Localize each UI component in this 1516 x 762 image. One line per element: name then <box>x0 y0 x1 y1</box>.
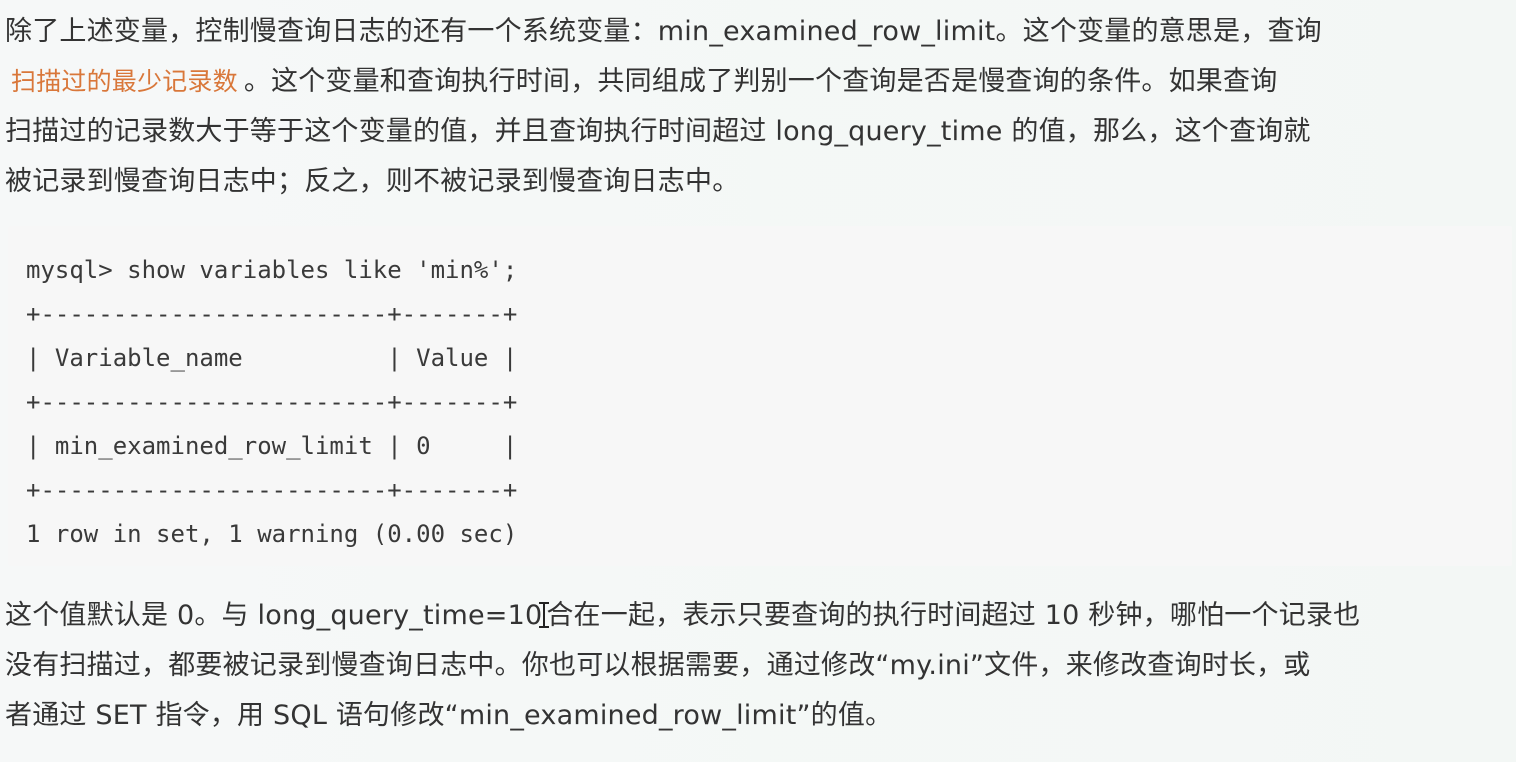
code-line-result: 1 row in set, 1 warning (0.00 sec) <box>26 520 518 548</box>
intro-line-2: 扫描过的最少记录数 。这个变量和查询执行时间，共同组成了判别一个查询是否是慢查询的… <box>5 57 1505 107</box>
outro-line-1-start: 这个值默认是 0。与 long_query_time=10 <box>5 600 543 631</box>
code-line-border: +------------------------+-------+ <box>26 388 518 416</box>
code-line-border: +------------------------+-------+ <box>26 300 518 328</box>
intro-line-3: 扫描过的记录数大于等于这个变量的值，并且查询执行时间超过 long_query_… <box>5 116 1311 147</box>
intro-line-4: 被记录到慢查询日志中；反之，则不被记录到慢查询日志中。 <box>5 166 740 197</box>
code-line-row: | min_examined_row_limit | 0 | <box>26 432 518 460</box>
text-cursor-icon <box>539 602 550 628</box>
outro-line-1: 这个值默认是 0。与 long_query_time=10 合在一起，表示只要查询… <box>5 591 1505 641</box>
outro-line-1-end: 合在一起，表示只要查询的执行时间超过 10 秒钟，哪怕一个记录也 <box>546 600 1361 631</box>
intro-paragraph: 除了上述变量，控制慢查询日志的还有一个系统变量：min_examined_row… <box>5 7 1505 207</box>
outro-paragraph: 这个值默认是 0。与 long_query_time=10 合在一起，表示只要查询… <box>5 591 1505 741</box>
code-line-header: | Variable_name | Value | <box>26 344 518 372</box>
outro-line-3: 者通过 SET 指令，用 SQL 语句修改“min_examined_row_l… <box>5 700 893 731</box>
highlighted-term: 扫描过的最少记录数 <box>11 67 238 96</box>
intro-line-1: 除了上述变量，控制慢查询日志的还有一个系统变量：min_examined_row… <box>5 16 1322 47</box>
code-block[interactable]: mysql> show variables like 'min%'; +----… <box>8 226 1512 566</box>
intro-line-2-text: 。这个变量和查询执行时间，共同组成了判别一个查询是否是慢查询的条件。如果查询 <box>243 66 1278 97</box>
code-line-border: +------------------------+-------+ <box>26 476 518 504</box>
document-page: 除了上述变量，控制慢查询日志的还有一个系统变量：min_examined_row… <box>0 0 1516 762</box>
code-line-command: mysql> show variables like 'min%'; <box>26 256 518 284</box>
outro-line-2: 没有扫描过，都要被记录到慢查询日志中。你也可以根据需要，通过修改“my.ini”… <box>5 650 1311 681</box>
